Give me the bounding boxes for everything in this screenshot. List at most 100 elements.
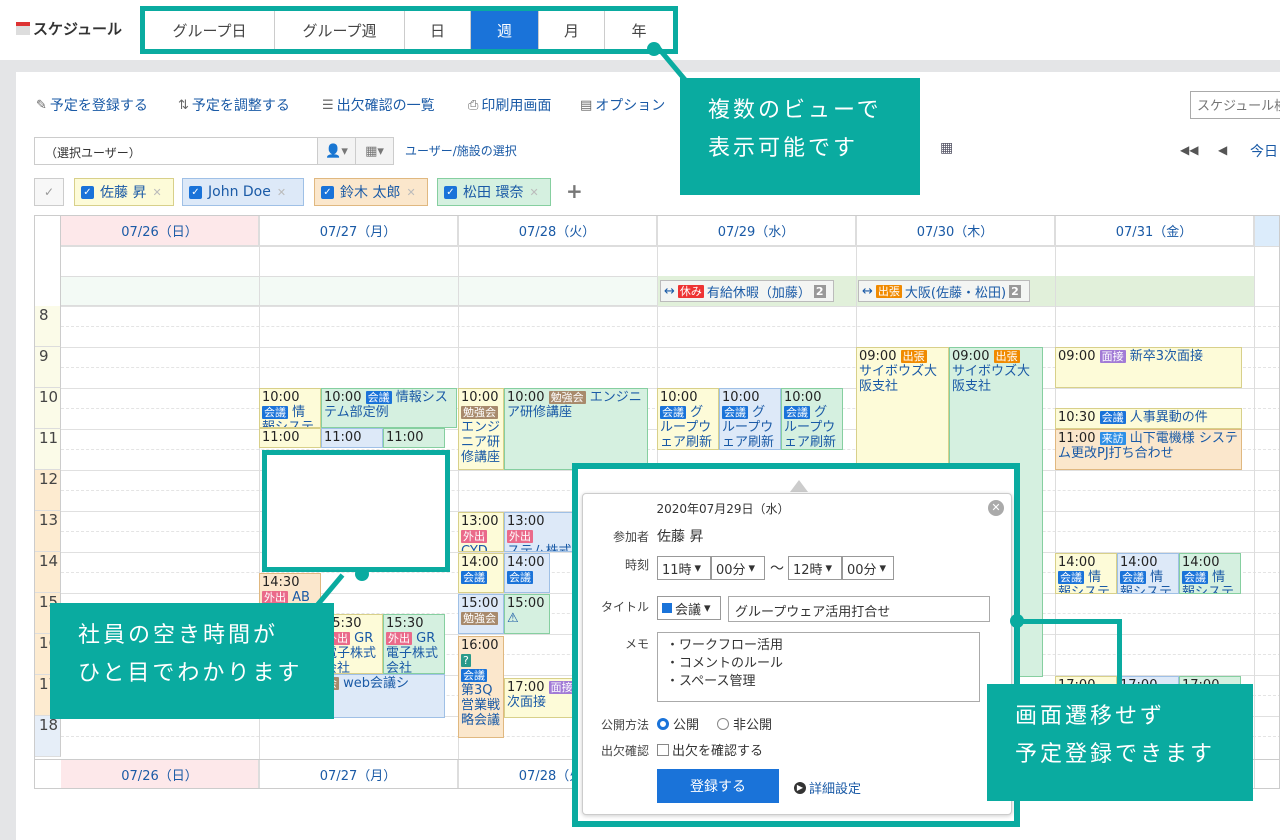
end-minute-select[interactable]: 00分 ▾ (842, 556, 894, 580)
user-chip[interactable]: ✓ 松田 環奈 ✕ (437, 178, 551, 206)
callout-dot (355, 567, 369, 581)
register-link[interactable]: ✎ 予定を登録する (36, 95, 148, 115)
day-header[interactable]: 07/28（火） (458, 216, 657, 246)
tab-day[interactable]: 日 (405, 11, 471, 49)
quick-add-popup: 2020年07月29日（水） ✕ 参加者 佐藤 昇 時刻 11時 ▾ 00分 ▾ 〜… (582, 493, 1012, 815)
warning-icon: ⚠ (507, 611, 519, 626)
tab-week[interactable]: 週 (471, 11, 539, 49)
prev-week-button[interactable]: ◀◀ (1180, 143, 1198, 157)
category-select[interactable]: 会議 ▾ (657, 596, 721, 620)
event[interactable]: 10:00 会議 情報システ (259, 388, 321, 428)
day-header[interactable]: 07/29（水） (657, 216, 856, 246)
event[interactable]: 10:00 会議 グループウェア刷新 (781, 388, 843, 450)
free-time-highlight[interactable] (262, 450, 450, 572)
event[interactable]: 10:00 会議 グループウェア刷新 (719, 388, 781, 450)
day-footer[interactable]: 07/26（日） (61, 760, 259, 788)
view-tabs: グループ日 グループ週 日 週 月 年 (140, 6, 678, 54)
callout-line (1018, 619, 1122, 624)
details-link[interactable]: ▶ 詳細設定 (794, 778, 861, 797)
attendance-checkbox[interactable]: 出欠を確認する (657, 740, 763, 759)
checkbox-checked-icon[interactable]: ✓ (321, 185, 334, 199)
callout-line (1117, 619, 1122, 687)
close-icon[interactable]: ✕ (988, 500, 1004, 516)
adjust-link[interactable]: ⇅ 予定を調整する (178, 95, 290, 115)
event[interactable]: 11:00 来訪 山下電機様 システム更改PJ打ち合わせ (1055, 429, 1242, 470)
selected-users-field[interactable]: （選択ユーザー） (34, 137, 318, 165)
event[interactable]: 11:00 (321, 428, 383, 448)
day-header[interactable]: 07/31（金） (1055, 216, 1254, 246)
banner-event[interactable]: ↔ 休み 有給休暇（加藤） 2 (660, 280, 834, 302)
end-hour-select[interactable]: 12時 ▾ (788, 556, 842, 580)
event[interactable]: 10:00 会議 情報システム部定例 (321, 388, 457, 428)
printer-icon: ⎙ (468, 97, 479, 113)
event[interactable]: 14:00 会議 情報システ (1055, 553, 1117, 594)
event[interactable]: 14:00 会議 (504, 553, 550, 593)
schedule-search-input[interactable] (1190, 91, 1280, 119)
list-icon: ☰ (322, 97, 334, 113)
private-radio[interactable]: 非公開 (717, 714, 772, 733)
day-header[interactable]: 07/27（月） (259, 216, 458, 246)
event[interactable]: 15:00 ⚠ (504, 594, 550, 634)
day-header[interactable]: 07/26（日） (61, 216, 259, 246)
facility-picker-button[interactable]: ▦▾ (356, 137, 394, 165)
today-button[interactable]: 今日 (1250, 141, 1278, 161)
event[interactable]: 15:00 勉強会 (458, 594, 504, 634)
half-hour-line (61, 326, 1279, 327)
event[interactable]: 11:00 (383, 428, 445, 448)
event[interactable]: 13:00 外出 CYD (458, 512, 504, 552)
event[interactable]: 14:00 会議 (458, 553, 504, 593)
event[interactable]: 10:30 会議 人事異動の件 (1055, 408, 1242, 429)
tab-year[interactable]: 年 (605, 11, 673, 49)
event[interactable]: 10:00 勉強会 エンジニア研修講座 (504, 388, 648, 470)
app-title: スケジュール (16, 18, 122, 39)
event[interactable]: 13:00 外出 ステム株式 (504, 512, 576, 552)
event[interactable]: 14:00 会議 情報システ (1179, 553, 1241, 594)
check-all-button[interactable]: ✓ (34, 178, 64, 206)
user-facility-select-link[interactable]: ユーザー/施設の選択 (405, 142, 517, 159)
add-user-icon[interactable]: + (566, 179, 583, 203)
hour-line (61, 306, 1279, 307)
checkbox-checked-icon[interactable]: ✓ (81, 185, 94, 199)
remove-icon[interactable]: ✕ (529, 186, 538, 199)
print-link[interactable]: ⎙ 印刷用画面 (468, 95, 551, 115)
participant-label: 参加者 (612, 530, 649, 544)
tab-group-week[interactable]: グループ週 (275, 11, 405, 49)
event[interactable]: 11:00 (259, 428, 321, 448)
day-footer[interactable]: 07/27（月） (259, 760, 458, 788)
event[interactable]: 15:30 外出 GR電子株式会社 (383, 614, 445, 674)
start-hour-select[interactable]: 11時 ▾ (657, 556, 711, 580)
user-chip[interactable]: ✓ 佐藤 昇 ✕ (74, 178, 174, 206)
arrow-right-icon: ▶ (794, 781, 806, 794)
event[interactable]: 会 web会議シ (321, 674, 445, 718)
popup-date: 2020年07月29日（水） (656, 502, 790, 516)
calendar-picker-icon[interactable]: ▦ (940, 140, 953, 156)
day-header[interactable]: 07/30（木） (856, 216, 1055, 246)
tilde: 〜 (770, 561, 784, 577)
prev-day-button[interactable]: ◀ (1218, 143, 1227, 157)
remove-icon[interactable]: ✕ (277, 186, 286, 199)
start-minute-select[interactable]: 00分 ▾ (711, 556, 765, 580)
checkbox-checked-icon[interactable]: ✓ (189, 185, 202, 199)
event[interactable]: 10:00 会議 グループウェア刷新 (657, 388, 719, 450)
options-menu[interactable]: ▤ オプション (580, 95, 665, 115)
event[interactable]: 16:00? 会議 第3Q営業戦略会議 (458, 636, 504, 738)
register-button[interactable]: 登録する (657, 769, 779, 803)
event[interactable]: 10:00 勉強会 エンジニア研修講座 (458, 388, 504, 470)
remove-icon[interactable]: ✕ (406, 186, 415, 199)
tab-month[interactable]: 月 (539, 11, 605, 49)
public-radio[interactable]: 公開 (657, 714, 699, 733)
event[interactable]: 14:00 会議 情報システ (1117, 553, 1179, 594)
memo-textarea[interactable]: ・ワークフロー活用 ・コメントのルール ・スペース管理 (657, 632, 980, 702)
chevron-down-icon: ▾ (704, 600, 711, 616)
user-chip[interactable]: ✓ John Doe ✕ (182, 178, 304, 206)
title-input[interactable]: グループウェア活用打合せ (728, 596, 990, 622)
callout-no-transition: 画面遷移せず 予定登録できます (987, 684, 1253, 801)
banner-event[interactable]: ↔ 出張 大阪(佐藤・松田) 2 (858, 280, 1030, 302)
checkbox-checked-icon[interactable]: ✓ (444, 185, 457, 199)
tab-group-day[interactable]: グループ日 (145, 11, 275, 49)
user-picker-button[interactable]: 👤▾ (318, 137, 356, 165)
attendance-list-link[interactable]: ☰ 出欠確認の一覧 (322, 95, 435, 115)
event[interactable]: 09:00 面接 新卒3次面接 (1055, 347, 1242, 388)
user-chip[interactable]: ✓ 鈴木 太郎 ✕ (314, 178, 428, 206)
remove-icon[interactable]: ✕ (152, 186, 161, 199)
